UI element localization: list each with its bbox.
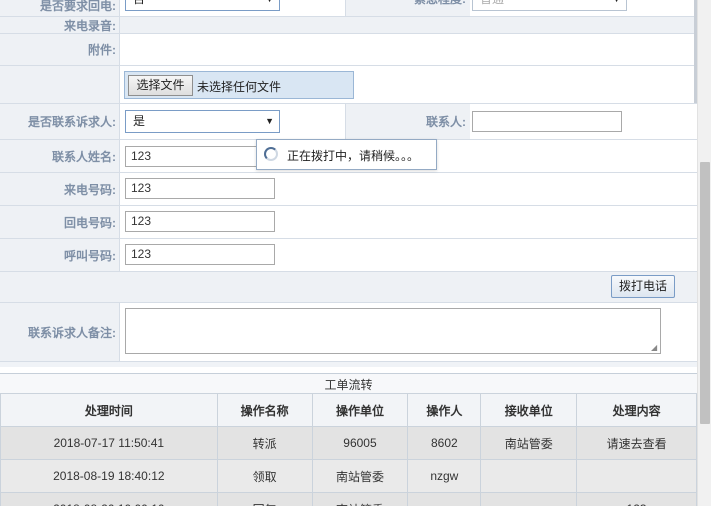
contact-person-input[interactable] [472,111,622,132]
callback-number-input[interactable]: 123 [125,211,275,232]
contact-requester-cell: 是 ▼ 联系人: [120,104,697,139]
file-chooser: 选择文件 未选择任何文件 [124,71,354,99]
incoming-number-cell: 123 [120,173,697,205]
row-dial-number: 呼叫号码: 123 [0,239,697,272]
table-cell: 2018-07-17 11:50:41 [0,426,218,460]
file-cell: 选择文件 未选择任何文件 [120,66,697,103]
table-cell [576,459,697,493]
callback-number-cell: 123 [120,206,697,238]
column-header: 操作名称 [216,393,313,427]
column-header: 处理内容 [576,393,697,427]
row-callback-required: 是否要求回电: 否 ▼ 紧急程度: 普通 ▼ [0,0,697,17]
requester-note-label: 联系诉求人备注: [0,303,120,361]
dial-number-label: 呼叫号码: [0,239,120,271]
urgency-value: 普通 [480,0,504,6]
table-header-row: 处理时间 操作名称 操作单位 操作人 接收单位 处理内容 [0,393,697,427]
attachment-cell [120,34,697,65]
chevron-down-icon: ▼ [265,116,274,126]
contact-name-input[interactable]: 123 [125,146,275,167]
table-cell: 南站管委 [311,459,409,493]
dial-number-cell: 123 [120,239,697,271]
incoming-number-input[interactable]: 123 [125,178,275,199]
file-status: 未选择任何文件 [197,80,282,94]
row-requester-note: 联系诉求人备注: ◢ [0,303,697,362]
callback-required-cell: 否 ▼ 紧急程度: 普通 ▼ [120,0,697,16]
table-row[interactable]: 2018-08-19 18:40:12 领取 南站管委 nzgw [0,459,697,493]
table-cell: 8602 [407,426,482,460]
table-cell [480,492,578,506]
table-cell: 回复 [216,492,313,506]
urgency-select[interactable]: 普通 ▼ [472,0,627,11]
table-row[interactable]: 2018-07-17 11:50:41 转派 96005 8602 南站管委 请… [0,426,697,460]
chevron-down-icon: ▼ [265,0,274,10]
row-incoming-number: 来电号码: 123 [0,173,697,206]
workflow-table: 处理时间 操作名称 操作单位 操作人 接收单位 处理内容 2018-07-17 … [0,393,697,506]
contact-person-label: 联系人: [346,104,470,139]
dial-phone-button[interactable]: 拨打电话 [611,275,675,298]
table-cell: 96005 [311,426,409,460]
dialing-popup: 正在拨打中，请稍候。。。 [256,139,437,170]
contact-requester-value: 是 [133,114,146,128]
table-row[interactable]: 2018-08-20 10:00:10 回复 南站管委 123 [0,492,697,506]
column-header: 处理时间 [0,393,218,427]
ticket-form: 是否要求回电: 否 ▼ 紧急程度: 普通 ▼ 来电录音: 附件: 选择文件 [0,0,697,367]
urgency-label: 紧急程度: [346,0,470,16]
row-contact-requester: 是否联系诉求人: 是 ▼ 联系人: [0,104,697,140]
dialing-message: 正在拨打中，请稍候。。。 [287,149,420,163]
requester-note-cell: ◢ [120,303,697,361]
recording-cell [120,17,697,33]
callback-required-value: 否 [133,0,145,6]
attachment-label: 附件: [0,34,120,65]
row-file-chooser: 选择文件 未选择任何文件 [0,66,697,104]
row-dial-button: 拨打电话 [0,272,697,303]
table-cell: 请速去查看 [576,426,697,460]
callback-required-label: 是否要求回电: [0,0,120,16]
callback-number-label: 回电号码: [0,206,120,238]
table-cell: 南站管委 [480,426,578,460]
requester-note-textarea[interactable] [125,308,661,354]
column-header: 操作单位 [311,393,409,427]
contact-requester-select[interactable]: 是 ▼ [125,110,280,133]
column-header: 操作人 [407,393,482,427]
column-header: 接收单位 [480,393,578,427]
table-cell: 2018-08-20 10:00:10 [0,492,218,506]
table-cell: 领取 [216,459,313,493]
table-cell: 南站管委 [311,492,409,506]
row-attachment: 附件: [0,34,697,66]
file-label-empty [0,66,120,103]
table-cell: 2018-08-19 18:40:12 [0,459,218,493]
recording-label: 来电录音: [0,17,120,33]
row-recording: 来电录音: [0,17,697,34]
workflow-title: 工单流转 [0,373,697,393]
dial-number-input[interactable]: 123 [125,244,275,265]
table-cell: 123 [576,492,697,506]
scrollbar-thumb[interactable] [700,162,710,424]
page-scrollbar[interactable] [697,0,711,506]
resize-grip-icon[interactable]: ◢ [651,344,657,352]
contact-name-label: 联系人姓名: [0,140,120,172]
table-cell: 转派 [216,426,313,460]
table-cell [480,459,578,493]
contact-requester-label: 是否联系诉求人: [0,104,120,139]
incoming-number-label: 来电号码: [0,173,120,205]
table-cell [407,492,482,506]
row-callback-number: 回电号码: 123 [0,206,697,239]
choose-file-button[interactable]: 选择文件 [128,75,193,96]
chevron-down-icon: ▼ [612,0,621,10]
loading-spinner-icon [264,147,278,161]
callback-required-select[interactable]: 否 ▼ [125,0,280,11]
table-cell: nzgw [407,459,482,493]
